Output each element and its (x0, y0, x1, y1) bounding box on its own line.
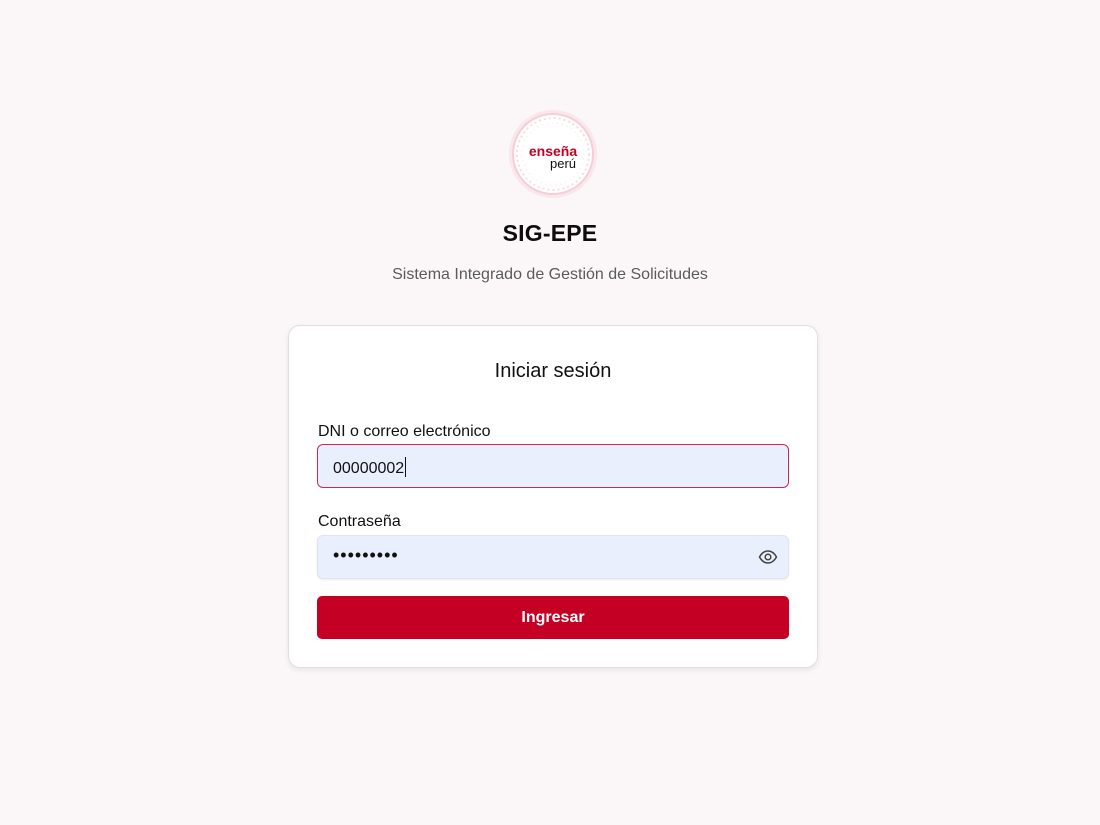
username-label: DNI o correo electrónico (318, 423, 491, 440)
password-input[interactable]: ••••••••• (317, 535, 789, 579)
username-input[interactable]: 00000002 (317, 444, 789, 488)
logo-text-line2: perú (550, 156, 576, 171)
password-input-value: ••••••••• (333, 545, 399, 565)
username-input-value: 00000002 (333, 460, 405, 477)
login-card: Iniciar sesión DNI o correo electrónico … (288, 325, 818, 668)
login-page: enseña perú SIG-EPE Sistema Integrado de… (0, 0, 1100, 825)
logo-graphic: enseña perú (516, 117, 590, 191)
ensena-peru-logo: enseña perú (512, 113, 594, 195)
app-subtitle: Sistema Integrado de Gestión de Solicitu… (392, 266, 708, 283)
submit-button[interactable]: Ingresar (317, 596, 789, 639)
eye-icon[interactable] (758, 547, 778, 567)
username-input-value-wrapper: 00000002 (333, 457, 407, 478)
login-card-title: Iniciar sesión (494, 360, 612, 382)
text-caret (405, 457, 407, 477)
password-label: Contraseña (318, 513, 401, 530)
app-title: SIG-EPE (502, 220, 598, 246)
